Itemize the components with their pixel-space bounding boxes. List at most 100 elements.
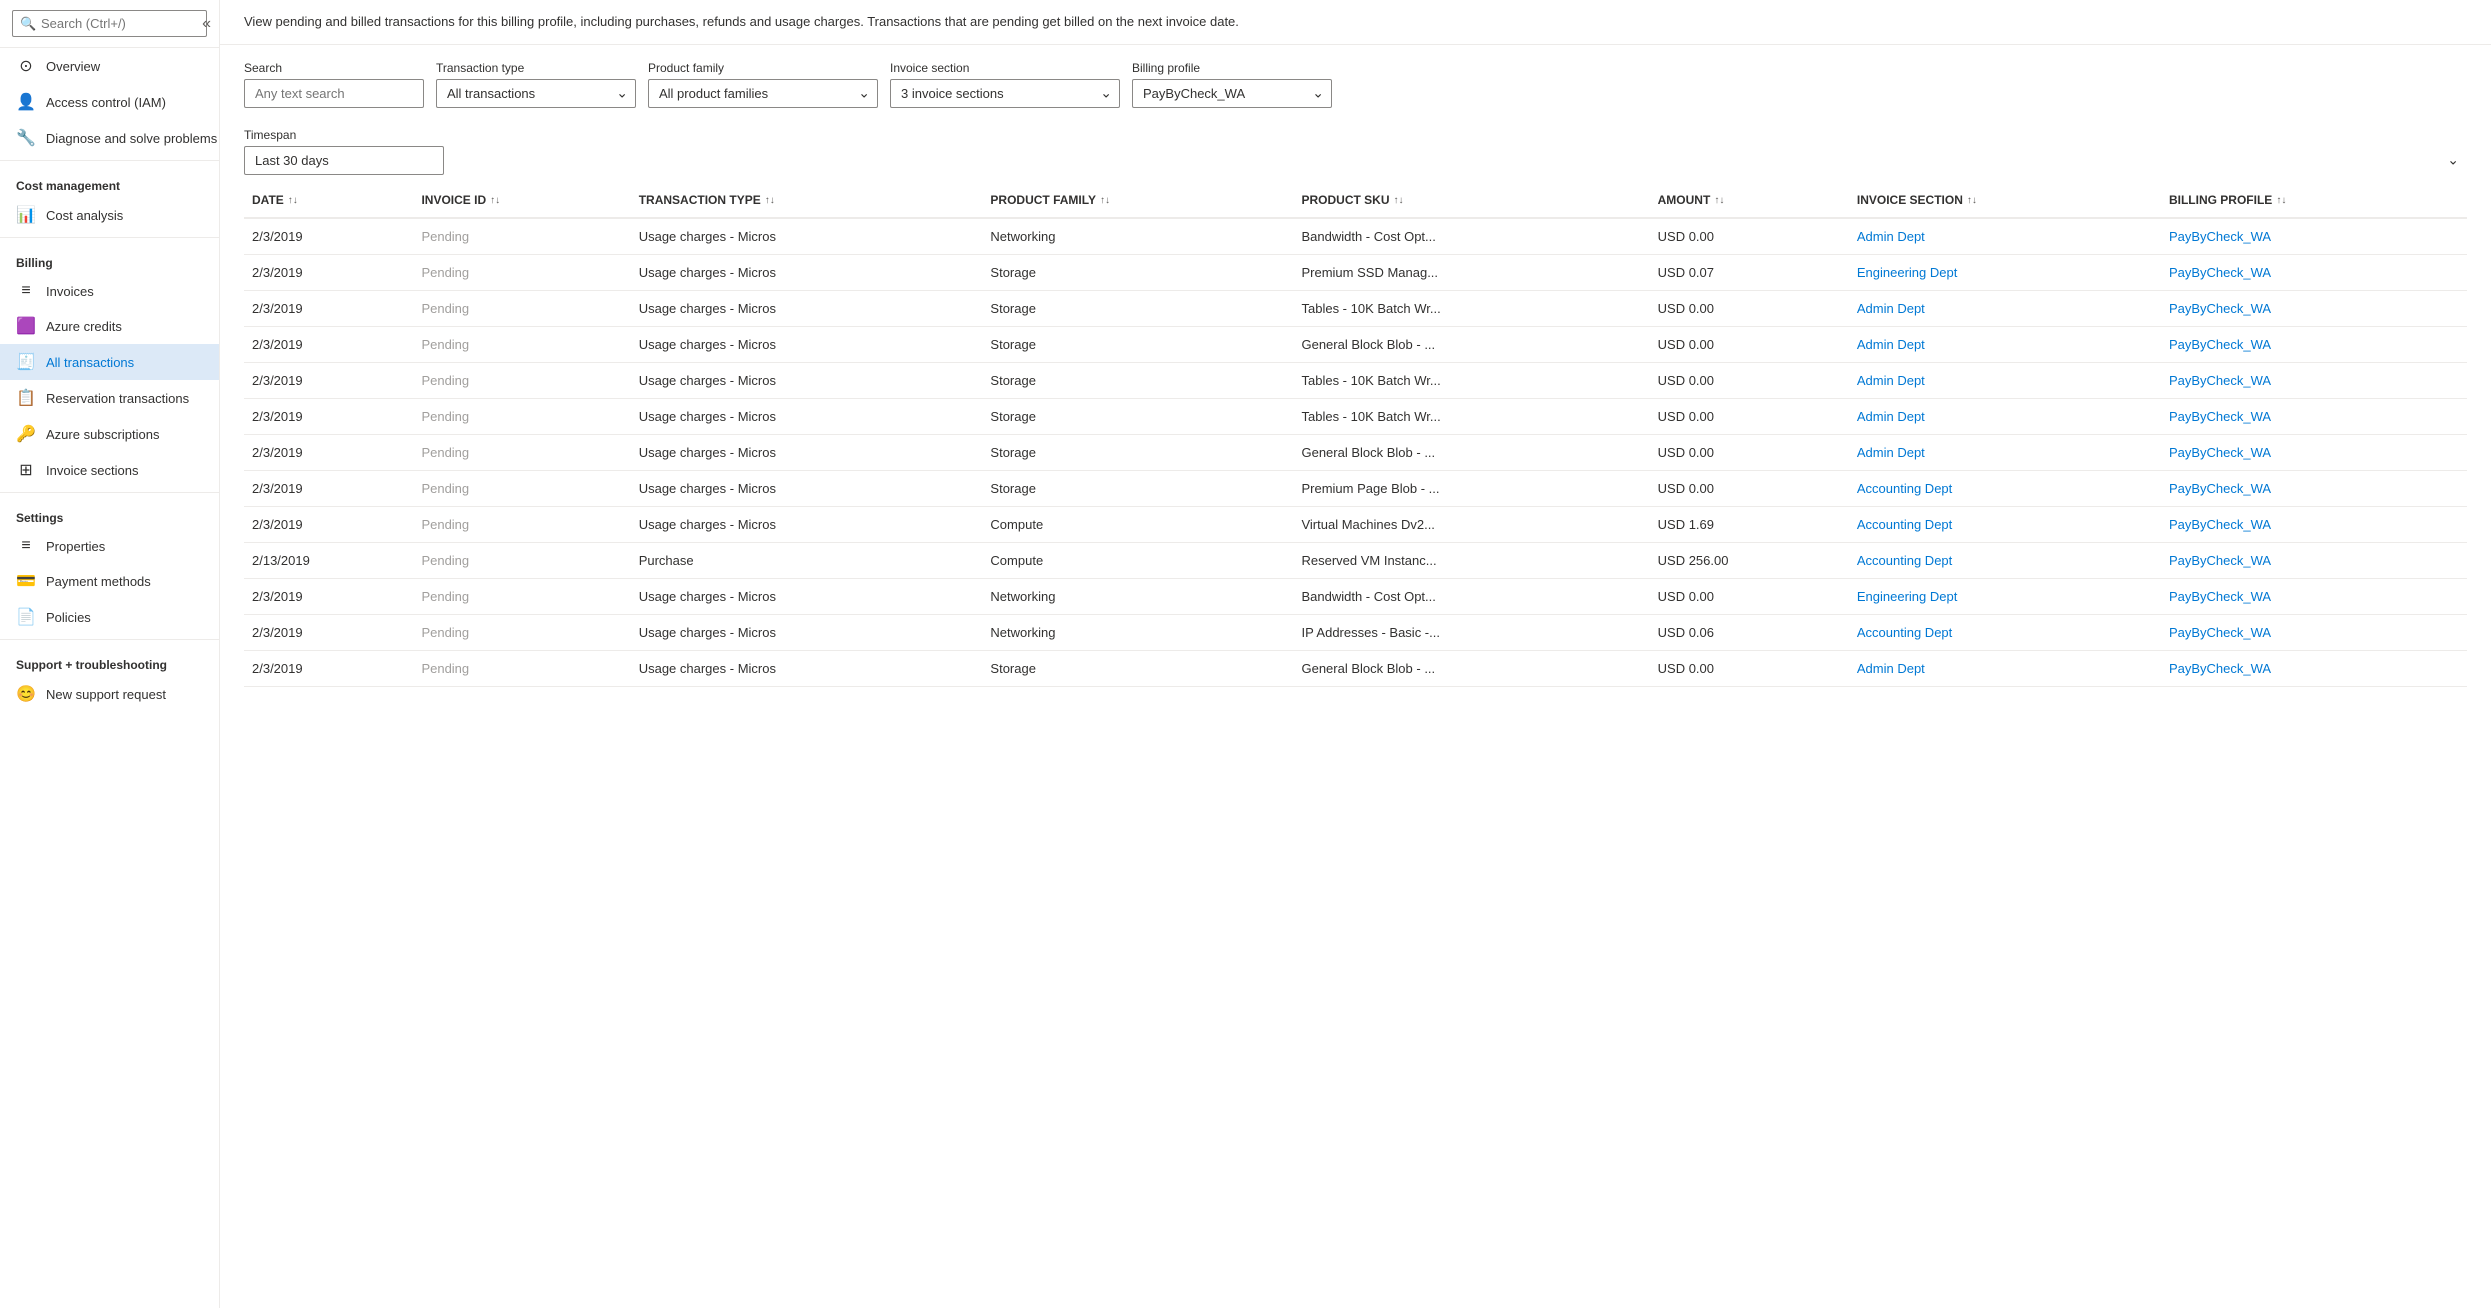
cell-date: 2/3/2019 [244, 506, 413, 542]
invoice-section-link[interactable]: Admin Dept [1857, 301, 1925, 316]
sidebar-item-reservation-transactions[interactable]: 📋Reservation transactions [0, 380, 219, 416]
transaction-type-select-wrap: All transactionsUsage chargesPurchaseRef… [436, 79, 636, 108]
col-header-transaction-type[interactable]: TRANSACTION TYPE↑↓ [631, 183, 983, 218]
billing-profile-link[interactable]: PayByCheck_WA [2169, 445, 2271, 460]
sidebar-item-azure-credits[interactable]: 🟪Azure credits [0, 308, 219, 344]
cell-billing-profile[interactable]: PayByCheck_WA [2161, 398, 2467, 434]
cell-invoice-section[interactable]: Engineering Dept [1849, 254, 2161, 290]
cell-billing-profile[interactable]: PayByCheck_WA [2161, 254, 2467, 290]
billing-profile-link[interactable]: PayByCheck_WA [2169, 229, 2271, 244]
sidebar-item-invoices[interactable]: ≡Invoices [0, 274, 219, 308]
invoice-section-link[interactable]: Accounting Dept [1857, 481, 1952, 496]
search-filter-input[interactable] [244, 79, 424, 108]
table-row: 2/3/2019PendingUsage charges - MicrosSto… [244, 434, 2467, 470]
cell-billing-profile[interactable]: PayByCheck_WA [2161, 506, 2467, 542]
collapse-button[interactable]: « [198, 11, 215, 37]
col-header-invoice-id[interactable]: INVOICE ID↑↓ [413, 183, 630, 218]
cell-billing-profile[interactable]: PayByCheck_WA [2161, 470, 2467, 506]
product-family-select[interactable]: All product familiesComputeStorageNetwor… [648, 79, 878, 108]
cell-product-sku: Reserved VM Instanc... [1293, 542, 1649, 578]
col-header-invoice-section[interactable]: INVOICE SECTION↑↓ [1849, 183, 2161, 218]
invoice-section-link[interactable]: Admin Dept [1857, 373, 1925, 388]
cell-product-sku: Tables - 10K Batch Wr... [1293, 398, 1649, 434]
cell-invoice-section[interactable]: Admin Dept [1849, 362, 2161, 398]
invoice-section-link[interactable]: Admin Dept [1857, 445, 1925, 460]
sidebar-item-azure-subscriptions[interactable]: 🔑Azure subscriptions [0, 416, 219, 452]
cell-date: 2/13/2019 [244, 542, 413, 578]
payment-methods-icon: 💳 [16, 571, 36, 591]
invoice-section-link[interactable]: Accounting Dept [1857, 517, 1952, 532]
billing-profile-link[interactable]: PayByCheck_WA [2169, 481, 2271, 496]
col-header-billing-profile[interactable]: BILLING PROFILE↑↓ [2161, 183, 2467, 218]
sidebar-item-policies[interactable]: 📄Policies [0, 599, 219, 635]
sidebar-item-access-control[interactable]: 👤Access control (IAM) [0, 84, 219, 120]
filters-area: Search Transaction type All transactions… [220, 45, 2491, 183]
sidebar-item-all-transactions[interactable]: 🧾All transactions [0, 344, 219, 380]
table-body: 2/3/2019PendingUsage charges - MicrosNet… [244, 218, 2467, 687]
billing-profile-link[interactable]: PayByCheck_WA [2169, 265, 2271, 280]
cell-product-sku: General Block Blob - ... [1293, 650, 1649, 686]
transaction-type-select[interactable]: All transactionsUsage chargesPurchaseRef… [436, 79, 636, 108]
billing-profile-link[interactable]: PayByCheck_WA [2169, 517, 2271, 532]
search-input[interactable] [12, 10, 207, 37]
sidebar-item-overview[interactable]: ⊙Overview [0, 48, 219, 84]
col-header-date[interactable]: DATE↑↓ [244, 183, 413, 218]
sidebar-item-diagnose[interactable]: 🔧Diagnose and solve problems [0, 120, 219, 156]
cell-invoice-section[interactable]: Accounting Dept [1849, 542, 2161, 578]
search-filter-label: Search [244, 61, 424, 75]
table-row: 2/3/2019PendingUsage charges - MicrosNet… [244, 614, 2467, 650]
billing-profile-link[interactable]: PayByCheck_WA [2169, 553, 2271, 568]
cell-invoice-section[interactable]: Accounting Dept [1849, 614, 2161, 650]
cell-invoice-section[interactable]: Accounting Dept [1849, 470, 2161, 506]
azure-credits-icon: 🟪 [16, 316, 36, 336]
cell-invoice-section[interactable]: Admin Dept [1849, 290, 2161, 326]
billing-profile-link[interactable]: PayByCheck_WA [2169, 589, 2271, 604]
billing-profile-link[interactable]: PayByCheck_WA [2169, 337, 2271, 352]
cell-billing-profile[interactable]: PayByCheck_WA [2161, 542, 2467, 578]
billing-profile-link[interactable]: PayByCheck_WA [2169, 373, 2271, 388]
cell-invoice-section[interactable]: Admin Dept [1849, 326, 2161, 362]
cell-invoice-section[interactable]: Admin Dept [1849, 398, 2161, 434]
sidebar-item-invoice-sections[interactable]: ⊞Invoice sections [0, 452, 219, 488]
invoice-section-link[interactable]: Engineering Dept [1857, 265, 1957, 280]
cell-invoice-section[interactable]: Accounting Dept [1849, 506, 2161, 542]
cell-transaction-type: Purchase [631, 542, 983, 578]
col-header-product-family[interactable]: PRODUCT FAMILY↑↓ [982, 183, 1293, 218]
cell-invoice-id: Pending [413, 218, 630, 255]
sidebar-item-label: Access control (IAM) [46, 95, 166, 110]
cell-billing-profile[interactable]: PayByCheck_WA [2161, 578, 2467, 614]
cell-billing-profile[interactable]: PayByCheck_WA [2161, 218, 2467, 255]
invoice-section-link[interactable]: Admin Dept [1857, 337, 1925, 352]
timespan-select[interactable]: Last 30 daysLast 60 daysLast 90 daysCust… [244, 146, 444, 175]
invoice-section-link[interactable]: Accounting Dept [1857, 553, 1952, 568]
cell-billing-profile[interactable]: PayByCheck_WA [2161, 290, 2467, 326]
sidebar-item-new-support-request[interactable]: 😊New support request [0, 676, 219, 712]
billing-profile-link[interactable]: PayByCheck_WA [2169, 625, 2271, 640]
invoice-section-link[interactable]: Admin Dept [1857, 409, 1925, 424]
cell-billing-profile[interactable]: PayByCheck_WA [2161, 614, 2467, 650]
billing-profile-link[interactable]: PayByCheck_WA [2169, 661, 2271, 676]
billing-profile-link[interactable]: PayByCheck_WA [2169, 409, 2271, 424]
invoice-section-link[interactable]: Admin Dept [1857, 229, 1925, 244]
col-header-amount[interactable]: AMOUNT↑↓ [1650, 183, 1849, 218]
cell-invoice-section[interactable]: Engineering Dept [1849, 578, 2161, 614]
sidebar-item-cost-analysis[interactable]: 📊Cost analysis [0, 197, 219, 233]
invoice-section-link[interactable]: Engineering Dept [1857, 589, 1957, 604]
sidebar-item-properties[interactable]: ≡Properties [0, 529, 219, 563]
cell-invoice-section[interactable]: Admin Dept [1849, 434, 2161, 470]
billing-profile-link[interactable]: PayByCheck_WA [2169, 301, 2271, 316]
cell-invoice-section[interactable]: Admin Dept [1849, 218, 2161, 255]
cell-billing-profile[interactable]: PayByCheck_WA [2161, 362, 2467, 398]
invoice-section-select[interactable]: 3 invoice sectionsAdmin DeptEngineering … [890, 79, 1120, 108]
cell-billing-profile[interactable]: PayByCheck_WA [2161, 326, 2467, 362]
billing-profile-select[interactable]: PayByCheck_WA [1132, 79, 1332, 108]
cell-billing-profile[interactable]: PayByCheck_WA [2161, 650, 2467, 686]
transactions-table: DATE↑↓INVOICE ID↑↓TRANSACTION TYPE↑↓PROD… [244, 183, 2467, 687]
sidebar-item-payment-methods[interactable]: 💳Payment methods [0, 563, 219, 599]
invoice-section-link[interactable]: Accounting Dept [1857, 625, 1952, 640]
invoice-section-link[interactable]: Admin Dept [1857, 661, 1925, 676]
sort-icon: ↑↓ [765, 195, 775, 206]
cell-billing-profile[interactable]: PayByCheck_WA [2161, 434, 2467, 470]
cell-invoice-section[interactable]: Admin Dept [1849, 650, 2161, 686]
col-header-product-sku[interactable]: PRODUCT SKU↑↓ [1293, 183, 1649, 218]
